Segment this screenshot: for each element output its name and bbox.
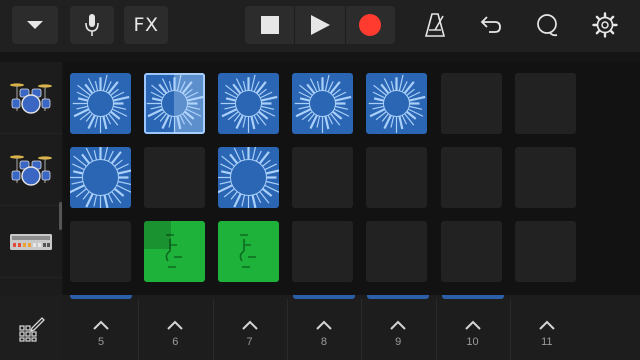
grid-edit-icon [19,316,45,342]
empty-cell[interactable] [441,147,502,208]
undo-icon [480,16,501,33]
record-icon [359,14,382,36]
column-trigger-11[interactable]: 11 [510,295,584,360]
column-trigger-7[interactable]: 7 [213,295,287,360]
audio-cell[interactable] [70,147,131,208]
column-trigger-9[interactable]: 9 [361,295,435,360]
audio-cell[interactable] [144,73,205,134]
microphone-icon [85,14,99,36]
empty-cell[interactable] [515,221,576,282]
stop-button[interactable] [245,6,294,44]
empty-cell[interactable] [70,221,131,282]
empty-cell[interactable] [441,221,502,282]
column-divider [212,299,214,360]
chevron-up-icon [464,320,481,330]
drum-machine-icon [10,233,52,250]
metronome-button[interactable] [416,6,454,44]
midi-notes-icon [144,221,182,268]
play-button[interactable] [294,6,344,44]
column-number: 8 [320,336,327,348]
midi-cell[interactable] [218,221,279,282]
chevron-up-icon [93,320,109,330]
chevron-up-icon [539,320,555,330]
column-number: 9 [395,336,402,348]
waveform-icon [220,74,278,133]
waveform-icon [218,147,279,208]
column-number: 10 [466,336,479,348]
empty-cell[interactable] [515,147,576,208]
audio-cell[interactable] [292,73,353,134]
loop-browser-button[interactable] [528,6,566,44]
audio-cell[interactable] [70,73,131,134]
midi-cell[interactable] [144,221,205,282]
track-scroll-indicator[interactable] [59,202,62,230]
fx-icon: FX [133,14,159,36]
metronome-icon [424,13,446,37]
column-number: 11 [541,336,553,348]
empty-cell[interactable] [441,73,502,134]
empty-cell[interactable] [144,147,205,208]
loop-browser-icon [537,14,558,37]
control-bar: FX [0,0,640,52]
waveform-icon [72,74,130,133]
empty-cell[interactable] [515,73,576,134]
column-trigger-10[interactable]: 10 [436,295,510,360]
chevron-down-icon [27,21,43,29]
drum-kit-icon [10,82,52,114]
column-trigger-6[interactable]: 6 [138,295,212,360]
column-divider [361,299,363,360]
track-header-drums-2[interactable] [0,134,62,206]
column-number: 6 [172,336,179,348]
browser-button[interactable] [12,6,58,44]
clip-peek-indicator [441,295,504,299]
column-divider [435,299,437,360]
track-header-drum-machine[interactable] [0,206,62,278]
clip-peek-indicator [70,295,132,299]
column-divider [509,299,511,360]
audio-cell[interactable] [218,73,279,134]
column-number: 7 [246,336,253,348]
chevron-up-icon [390,320,406,330]
transport-controls [245,6,395,44]
gear-icon [592,12,618,38]
fx-button[interactable]: FX [124,6,168,44]
clip-peek-indicator [292,295,355,299]
input-button[interactable] [70,6,114,44]
column-trigger-8[interactable]: 8 [287,295,361,360]
midi-notes-icon [239,234,256,268]
audio-cell[interactable] [218,147,279,208]
waveform-icon [294,74,352,133]
waveform-icon [368,74,426,133]
column-trigger-5[interactable]: 5 [64,295,138,360]
column-trigger-bar: 5 6 7 8 9 10 11 [0,295,640,360]
clip-peek-indicator [367,295,430,299]
chevron-up-icon [241,320,258,330]
column-divider [286,299,288,360]
stop-icon [260,16,279,34]
play-icon [310,15,330,35]
drum-kit-icon [10,154,52,186]
edit-grid-button[interactable] [0,295,64,360]
waveform-icon [70,147,131,208]
column-number: 5 [97,336,105,348]
record-button[interactable] [344,6,395,44]
waveform-icon [146,73,205,134]
audio-cell[interactable] [366,73,427,134]
empty-cell[interactable] [366,147,427,208]
undo-button[interactable] [472,6,510,44]
empty-cell[interactable] [292,147,353,208]
track-header-drums-1[interactable] [0,62,62,134]
empty-cell[interactable] [366,221,427,282]
column-divider [138,299,140,360]
chevron-up-icon [167,320,184,330]
chevron-up-icon [316,320,332,330]
empty-cell[interactable] [292,221,353,282]
settings-button[interactable] [586,6,624,44]
